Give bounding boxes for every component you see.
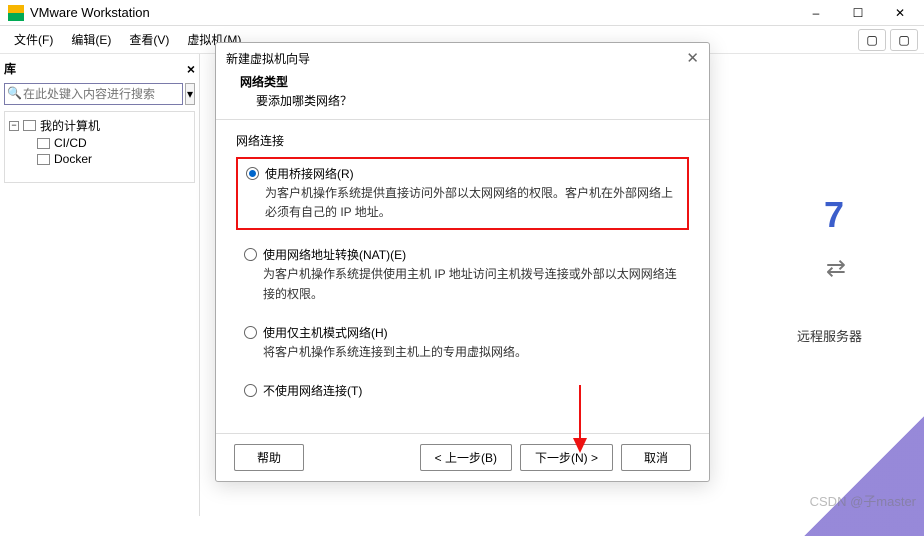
back-button[interactable]: < 上一步(B) (420, 444, 512, 471)
minimize-button[interactable]: – (796, 1, 836, 25)
radio-nat-label: 使用网络地址转换(NAT)(E) (263, 246, 406, 263)
dialog-close-icon[interactable]: ✕ (686, 49, 699, 67)
sidebar: 库 × 🔍 ▾ − 我的计算机 CI/CD Docker (0, 54, 200, 516)
computer-icon (23, 120, 36, 131)
toolbar: ▢ ▢ (858, 29, 918, 51)
radio-option-nat[interactable]: 使用网络地址转换(NAT)(E) 为客户机操作系统提供使用主机 IP 地址访问主… (236, 242, 689, 307)
radio-option-bridged[interactable]: 使用桥接网络(R) 为客户机操作系统提供直接访问外部以太网网络的权限。客户机在外… (236, 157, 689, 230)
tree-root[interactable]: − 我的计算机 (9, 116, 190, 135)
radio-option-hostonly[interactable]: 使用仅主机模式网络(H) 将客户机操作系统连接到主机上的专用虚拟网络。 (236, 320, 689, 366)
search-dropdown-button[interactable]: ▾ (185, 83, 195, 105)
vm-icon (37, 154, 50, 165)
window-title: VMware Workstation (30, 5, 796, 20)
dialog-body: 网络连接 使用桥接网络(R) 为客户机操作系统提供直接访问外部以太网网络的权限。… (216, 120, 709, 433)
dialog-heading: 网络类型 (240, 73, 693, 90)
tree-item[interactable]: CI/CD (9, 135, 190, 151)
watermark: CSDN @子master (810, 491, 916, 510)
vmware-logo-icon (8, 5, 24, 21)
menu-file[interactable]: 文件(F) (6, 27, 61, 52)
tree-collapse-icon[interactable]: − (9, 121, 19, 131)
dialog-header: 新建虚拟机向导 ✕ (216, 43, 709, 73)
network-group-label: 网络连接 (236, 132, 689, 149)
menu-edit[interactable]: 编辑(E) (63, 27, 119, 52)
radio-hostonly-input[interactable] (244, 326, 257, 339)
maximize-button[interactable]: ☐ (838, 1, 878, 25)
new-vm-wizard-dialog: 新建虚拟机向导 ✕ 网络类型 要添加哪类网络？ 网络连接 使用桥接网络(R) 为… (215, 42, 710, 482)
toolbar-button-2[interactable]: ▢ (890, 29, 918, 51)
radio-hostonly-label: 使用仅主机模式网络(H) (263, 324, 388, 341)
sidebar-title: 库 (4, 60, 16, 77)
radio-nat-input[interactable] (244, 248, 257, 261)
help-button[interactable]: 帮助 (234, 444, 304, 471)
background-number: 7 (824, 194, 844, 236)
dialog-subheader: 网络类型 要添加哪类网络？ (216, 73, 709, 120)
titlebar: VMware Workstation – ☐ ✕ (0, 0, 924, 26)
search-input[interactable] (4, 83, 183, 105)
radio-nat-desc: 为客户机操作系统提供使用主机 IP 地址访问主机拨号连接或外部以太网网络连接的权… (263, 265, 681, 303)
tree-item-label: Docker (54, 152, 92, 166)
decorative-triangle (804, 396, 924, 536)
close-button[interactable]: ✕ (880, 1, 920, 25)
sidebar-search: 🔍 ▾ (4, 83, 195, 105)
menu-view[interactable]: 查看(V) (121, 27, 177, 52)
dialog-footer: 帮助 < 上一步(B) 下一步(N) > 取消 (216, 433, 709, 481)
cancel-button[interactable]: 取消 (621, 444, 691, 471)
radio-bridged-label: 使用桥接网络(R) (265, 165, 354, 182)
search-icon: 🔍 (7, 86, 22, 100)
remote-server-label: 远程服务器 (797, 326, 862, 345)
sidebar-close-icon[interactable]: × (187, 61, 195, 77)
tree-item-label: CI/CD (54, 136, 87, 150)
vm-tree: − 我的计算机 CI/CD Docker (4, 111, 195, 183)
radio-bridged-desc: 为客户机操作系统提供直接访问外部以太网网络的权限。客户机在外部网络上必须有自己的… (265, 184, 679, 222)
toolbar-button-1[interactable]: ▢ (858, 29, 886, 51)
vm-icon (37, 138, 50, 149)
next-button[interactable]: 下一步(N) > (520, 444, 613, 471)
swap-icon: ⇄ (826, 254, 846, 283)
radio-hostonly-desc: 将客户机操作系统连接到主机上的专用虚拟网络。 (263, 343, 681, 362)
radio-bridged-input[interactable] (246, 167, 259, 180)
dialog-title: 新建虚拟机向导 (226, 50, 310, 67)
tree-item[interactable]: Docker (9, 151, 190, 167)
sidebar-header: 库 × (4, 58, 195, 83)
radio-option-none[interactable]: 不使用网络连接(T) (236, 378, 689, 403)
dialog-subheading: 要添加哪类网络？ (240, 92, 693, 109)
radio-none-input[interactable] (244, 384, 257, 397)
tree-root-label: 我的计算机 (40, 117, 100, 134)
radio-none-label: 不使用网络连接(T) (263, 382, 362, 399)
window-controls: – ☐ ✕ (796, 1, 920, 25)
